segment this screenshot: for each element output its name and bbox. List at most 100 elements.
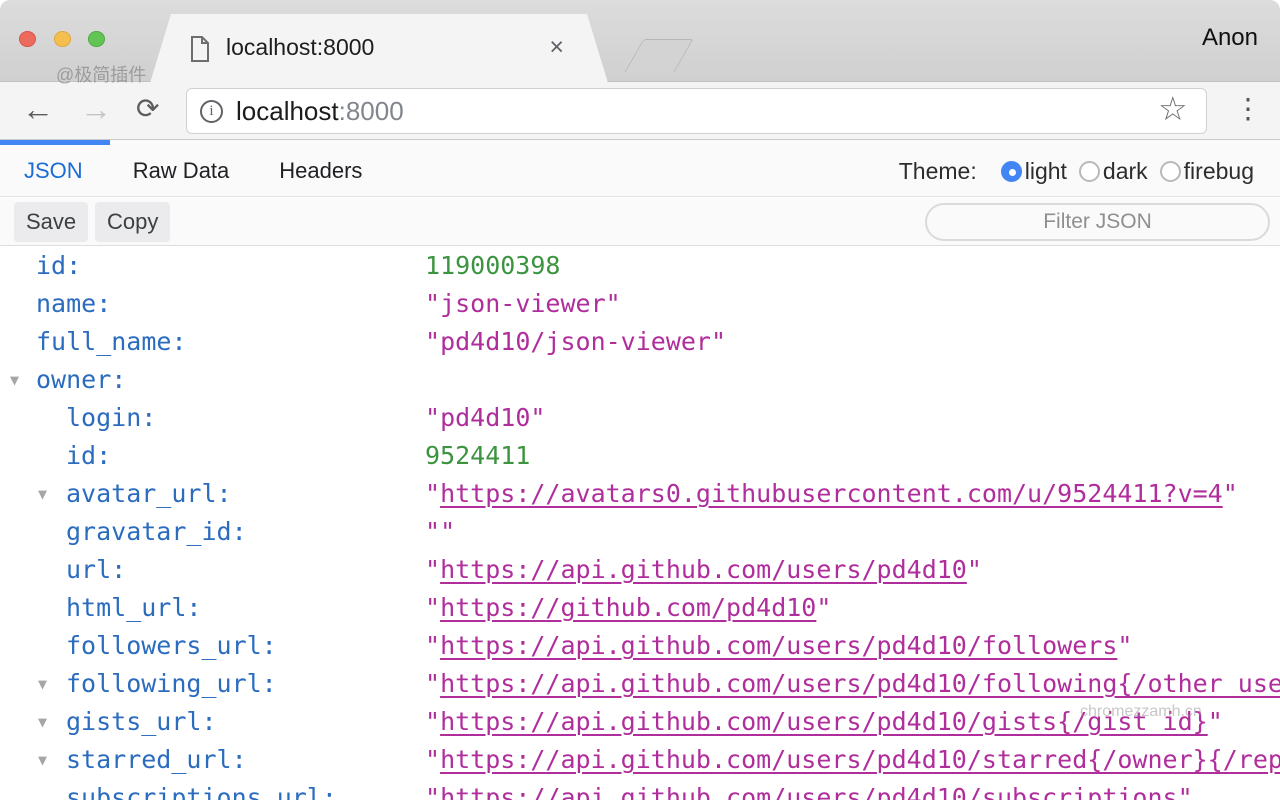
- radio-dark-icon[interactable]: [1079, 161, 1100, 182]
- radio-firebug-icon[interactable]: [1160, 161, 1181, 182]
- filter-json-input[interactable]: [925, 203, 1270, 241]
- theme-switcher: Theme: light dark firebug: [899, 145, 1254, 197]
- url-host: localhost: [236, 96, 339, 126]
- minimize-window-button[interactable]: [54, 31, 71, 47]
- tab-json[interactable]: JSON: [0, 158, 109, 184]
- collapse-arrow-icon[interactable]: ▼: [38, 703, 47, 741]
- json-number: 9524411: [425, 441, 530, 470]
- forward-icon: →: [80, 82, 112, 140]
- theme-option-firebug[interactable]: firebug: [1160, 158, 1254, 185]
- quote: ": [967, 555, 982, 584]
- reload-icon[interactable]: ⟳: [136, 82, 159, 140]
- json-key: name:: [36, 285, 111, 323]
- bookmark-star-icon[interactable]: ☆: [1158, 82, 1188, 140]
- json-key: login:: [66, 399, 156, 437]
- address-bar[interactable]: i localhost:8000: [186, 88, 1207, 134]
- back-icon[interactable]: ←: [22, 82, 54, 140]
- theme-option-light[interactable]: light: [1001, 158, 1067, 185]
- json-key: url:: [66, 551, 126, 589]
- json-link[interactable]: https://api.github.com/users/pd4d10: [440, 555, 967, 584]
- quote: ": [425, 631, 440, 660]
- json-row: subscriptions_url: "https://api.github.c…: [0, 779, 1280, 800]
- json-key: avatar_url:: [66, 475, 232, 513]
- theme-label: Theme:: [899, 158, 977, 185]
- json-key: starred_url:: [66, 741, 247, 779]
- json-value: "https://api.github.com/users/pd4d10/fol…: [425, 627, 1132, 665]
- theme-dark-label[interactable]: dark: [1103, 158, 1148, 185]
- json-row: gravatar_id: "": [0, 513, 1280, 551]
- json-link[interactable]: https://api.github.com/users/pd4d10/foll…: [440, 631, 1117, 660]
- viewer-actions-bar: Save Copy: [0, 198, 1280, 246]
- save-button[interactable]: Save: [14, 202, 88, 242]
- json-key: subscriptions_url:: [66, 779, 337, 800]
- json-value: "https://api.github.com/users/pd4d10/sta…: [425, 741, 1280, 779]
- tab-headers[interactable]: Headers: [255, 158, 388, 184]
- page-info-icon[interactable]: i: [200, 100, 223, 123]
- json-key: gists_url:: [66, 703, 217, 741]
- browser-tab-strip: localhost:8000 × Anon: [0, 0, 1280, 82]
- quote: ": [425, 745, 440, 774]
- quote: ": [440, 517, 455, 546]
- profile-name[interactable]: Anon: [1202, 24, 1258, 52]
- quote: ": [711, 327, 726, 356]
- theme-firebug-label[interactable]: firebug: [1184, 158, 1254, 185]
- json-key: followers_url:: [66, 627, 277, 665]
- json-row: login: "pd4d10": [0, 399, 1280, 437]
- json-row: id: 9524411: [0, 437, 1280, 475]
- quote: ": [816, 593, 831, 622]
- json-value: "pd4d10": [425, 399, 545, 437]
- viewer-tabs: JSON Raw Data Headers: [0, 145, 388, 197]
- watermark-top: @极简插件: [56, 61, 146, 87]
- json-row: name: "json-viewer": [0, 285, 1280, 323]
- quote: ": [425, 517, 440, 546]
- json-value: "https://avatars0.githubusercontent.com/…: [425, 475, 1238, 513]
- json-link[interactable]: https://api.github.com/users/pd4d10/foll…: [440, 669, 1280, 698]
- json-value: "pd4d10/json-viewer": [425, 323, 726, 361]
- browser-toolbar: ← → ⟳ i localhost:8000 ☆ ⋮: [0, 82, 1280, 140]
- json-value: "https://api.github.com/users/pd4d10/fol…: [425, 665, 1280, 703]
- json-string: json-viewer: [440, 289, 606, 318]
- json-value: "": [425, 513, 455, 551]
- quote: ": [606, 289, 621, 318]
- json-row: followers_url: "https://api.github.com/u…: [0, 627, 1280, 665]
- quote: ": [425, 289, 440, 318]
- browser-tab[interactable]: localhost:8000 ×: [150, 14, 608, 83]
- json-key: id:: [66, 437, 111, 475]
- page-favicon-icon: [190, 36, 210, 62]
- browser-menu-icon[interactable]: ⋮: [1234, 82, 1262, 140]
- json-value: "https://api.github.com/users/pd4d10/sub…: [425, 779, 1193, 800]
- collapse-arrow-icon[interactable]: ▼: [38, 475, 47, 513]
- json-link[interactable]: https://github.com/pd4d10: [440, 593, 816, 622]
- json-key: html_url:: [66, 589, 201, 627]
- json-key: full_name:: [36, 323, 187, 361]
- json-key: id:: [36, 247, 81, 285]
- theme-light-label[interactable]: light: [1025, 158, 1067, 185]
- collapse-arrow-icon[interactable]: ▼: [38, 665, 47, 703]
- json-key: owner:: [36, 361, 126, 399]
- json-link[interactable]: https://api.github.com/users/pd4d10/subs…: [440, 783, 1178, 800]
- copy-button[interactable]: Copy: [95, 202, 170, 242]
- new-tab-button[interactable]: [624, 39, 693, 72]
- quote: ": [425, 669, 440, 698]
- quote: ": [425, 707, 440, 736]
- collapse-arrow-icon[interactable]: ▼: [38, 741, 47, 779]
- json-row: ▼ following_url: "https://api.github.com…: [0, 665, 1280, 703]
- tab-raw-data[interactable]: Raw Data: [109, 158, 256, 184]
- tab-close-icon[interactable]: ×: [549, 14, 564, 83]
- json-key: following_url:: [66, 665, 277, 703]
- quote: ": [1208, 707, 1223, 736]
- theme-option-dark[interactable]: dark: [1079, 158, 1148, 185]
- close-window-button[interactable]: [19, 31, 36, 47]
- quote: ": [1117, 631, 1132, 660]
- quote: ": [530, 403, 545, 432]
- radio-light-icon[interactable]: [1001, 161, 1022, 182]
- collapse-arrow-icon[interactable]: ▼: [10, 361, 19, 399]
- json-link[interactable]: https://api.github.com/users/pd4d10/star…: [440, 745, 1280, 774]
- json-link[interactable]: https://avatars0.githubusercontent.com/u…: [440, 479, 1223, 508]
- json-row: url: "https://api.github.com/users/pd4d1…: [0, 551, 1280, 589]
- json-row: ▼ owner:: [0, 361, 1280, 399]
- zoom-window-button[interactable]: [88, 31, 105, 47]
- json-string: pd4d10/json-viewer: [440, 327, 711, 356]
- quote: ": [1223, 479, 1238, 508]
- quote: ": [425, 403, 440, 432]
